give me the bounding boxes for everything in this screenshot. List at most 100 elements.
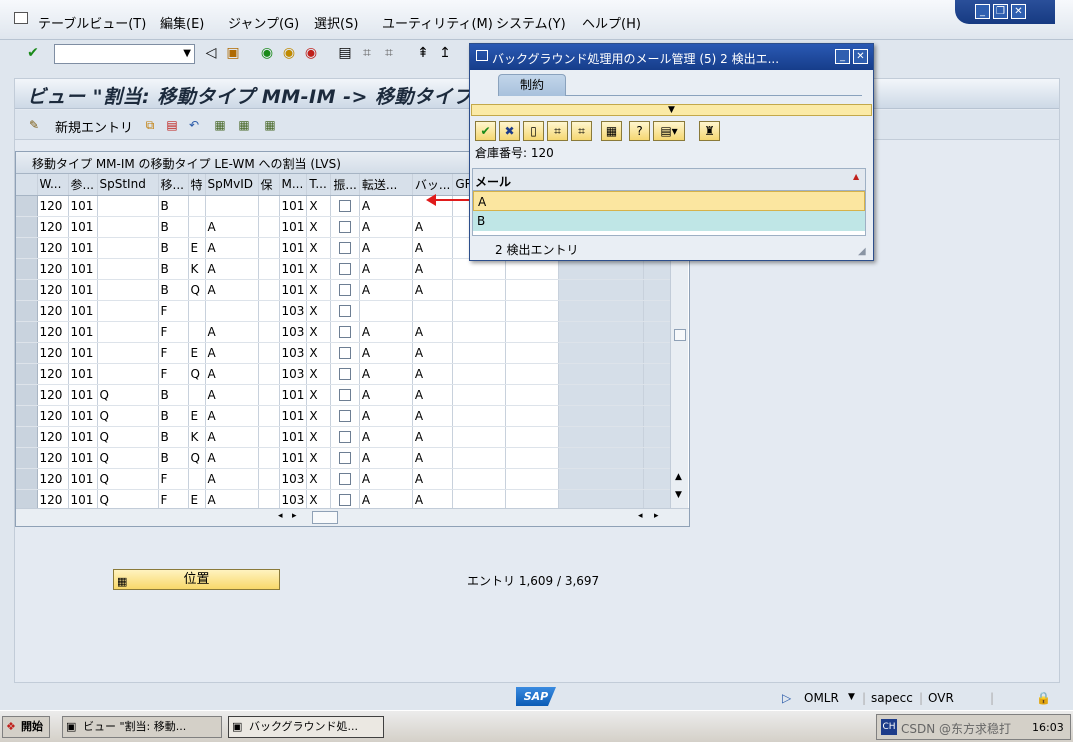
table-cell[interactable]: 120 (37, 195, 69, 217)
table-cell[interactable]: 120 (37, 384, 69, 406)
table-cell[interactable]: 101 (68, 405, 98, 427)
window-menu-icon[interactable] (476, 50, 488, 61)
table-cell[interactable] (188, 195, 206, 217)
minimize-button[interactable]: _ (975, 4, 990, 19)
table-cell[interactable]: 120 (37, 447, 69, 469)
select-all-icon[interactable]: ▦ (213, 117, 227, 133)
status-expand-icon[interactable]: ▷ (782, 691, 791, 705)
row-selector[interactable] (16, 384, 38, 406)
table-cell[interactable]: B (158, 195, 189, 217)
checkbox[interactable] (339, 410, 352, 422)
table-cell[interactable]: 101 (68, 300, 98, 322)
table-cell[interactable]: B (158, 384, 189, 406)
table-cell[interactable] (505, 279, 560, 301)
table-cell[interactable]: Q (188, 279, 206, 301)
row-selector[interactable] (16, 279, 38, 301)
table-row[interactable]: 120 101 Q B A 101 X A A (16, 384, 681, 406)
table-row[interactable]: 120 101 F E A 103 X A A (16, 342, 681, 364)
table-cell[interactable]: 101 (68, 321, 98, 343)
table-cell[interactable] (258, 384, 280, 406)
select-block-icon[interactable]: ▦ (237, 117, 251, 133)
row-selector[interactable] (16, 258, 38, 280)
table-cell[interactable]: X (306, 300, 332, 322)
settings-icon[interactable]: ♜ (699, 121, 720, 141)
table-cell[interactable]: Q (97, 384, 159, 406)
row-selector[interactable] (16, 447, 38, 469)
table-cell[interactable] (97, 279, 159, 301)
table-cell[interactable]: B (158, 237, 189, 259)
table-cell[interactable]: A (412, 447, 454, 469)
table-cell[interactable]: 101 (68, 195, 98, 217)
horizontal-scrollbar[interactable]: ◂ ▸ ◂ ▸ (16, 508, 689, 526)
table-cell[interactable] (205, 195, 259, 217)
table-cell[interactable]: A (359, 342, 413, 364)
table-cell[interactable] (452, 489, 507, 511)
table-cell[interactable] (258, 195, 280, 217)
checkbox[interactable] (339, 326, 352, 338)
table-cell[interactable]: 120 (37, 405, 69, 427)
table-cell[interactable] (505, 363, 560, 385)
print-icon[interactable]: ▤▾ (653, 121, 685, 141)
table-cell[interactable]: X (306, 384, 332, 406)
table-cell[interactable]: X (306, 195, 332, 217)
table-cell-checkbox[interactable] (330, 300, 360, 322)
exit-icon[interactable]: ◉ (280, 44, 298, 62)
table-cell[interactable]: 120 (37, 216, 69, 238)
column-header[interactable]: 転送... (359, 174, 413, 196)
table-cell[interactable]: A (205, 468, 259, 490)
table-cell[interactable]: A (205, 279, 259, 301)
checkbox[interactable] (339, 242, 352, 254)
table-cell[interactable] (97, 342, 159, 364)
table-cell[interactable]: 120 (37, 300, 69, 322)
table-cell[interactable]: A (205, 447, 259, 469)
table-cell[interactable]: 120 (37, 489, 69, 511)
undo-icon[interactable]: ↶ (187, 117, 201, 133)
table-cell-checkbox[interactable] (330, 468, 360, 490)
table-cell[interactable] (258, 468, 280, 490)
table-cell[interactable] (505, 342, 560, 364)
table-cell[interactable]: 103 (279, 321, 308, 343)
checkbox[interactable] (339, 494, 352, 506)
table-cell[interactable] (97, 216, 159, 238)
column-header[interactable]: M... (279, 174, 308, 196)
window-menu-icon[interactable] (14, 12, 28, 24)
table-cell[interactable]: F (158, 363, 189, 385)
row-selector[interactable] (16, 321, 38, 343)
resize-grip-icon[interactable]: ◢ (858, 246, 866, 257)
table-cell[interactable] (505, 384, 560, 406)
table-cell[interactable]: A (359, 468, 413, 490)
scroll-left-icon[interactable]: ◂ (638, 511, 643, 521)
table-cell[interactable]: 103 (279, 300, 308, 322)
table-cell[interactable] (188, 300, 206, 322)
popup-minimize-button[interactable]: _ (835, 49, 850, 64)
table-cell[interactable]: A (359, 279, 413, 301)
row-selector[interactable] (16, 237, 38, 259)
checkbox[interactable] (339, 431, 352, 443)
restore-button[interactable]: ❐ (993, 4, 1008, 19)
table-cell[interactable] (258, 321, 280, 343)
table-cell[interactable]: A (412, 468, 454, 490)
table-cell[interactable] (505, 321, 560, 343)
table-cell[interactable]: F (158, 468, 189, 490)
scroll-up-icon[interactable]: ▲ (675, 472, 682, 482)
save-icon[interactable]: ▣ (224, 44, 242, 62)
table-cell[interactable]: X (306, 468, 332, 490)
table-cell[interactable]: X (306, 489, 332, 511)
task-button-background[interactable]: ▣ バックグラウンド処... (228, 716, 384, 738)
table-cell[interactable]: E (188, 237, 206, 259)
table-cell[interactable] (97, 195, 159, 217)
table-cell[interactable]: A (359, 384, 413, 406)
table-cell[interactable]: X (306, 321, 332, 343)
menu-edit[interactable]: 編集(E) (160, 13, 204, 32)
table-cell[interactable] (258, 300, 280, 322)
row-selector[interactable] (16, 363, 38, 385)
table-cell[interactable]: A (412, 237, 454, 259)
table-cell[interactable]: A (359, 363, 413, 385)
table-cell[interactable] (97, 363, 159, 385)
table-cell[interactable]: 101 (68, 342, 98, 364)
table-cell[interactable] (452, 468, 507, 490)
checkbox[interactable] (339, 473, 352, 485)
row-selector[interactable] (16, 405, 38, 427)
table-row[interactable]: 120 101 B K A 101 X A A (16, 258, 681, 280)
table-row[interactable]: 120 101 F A 103 X A A (16, 321, 681, 343)
